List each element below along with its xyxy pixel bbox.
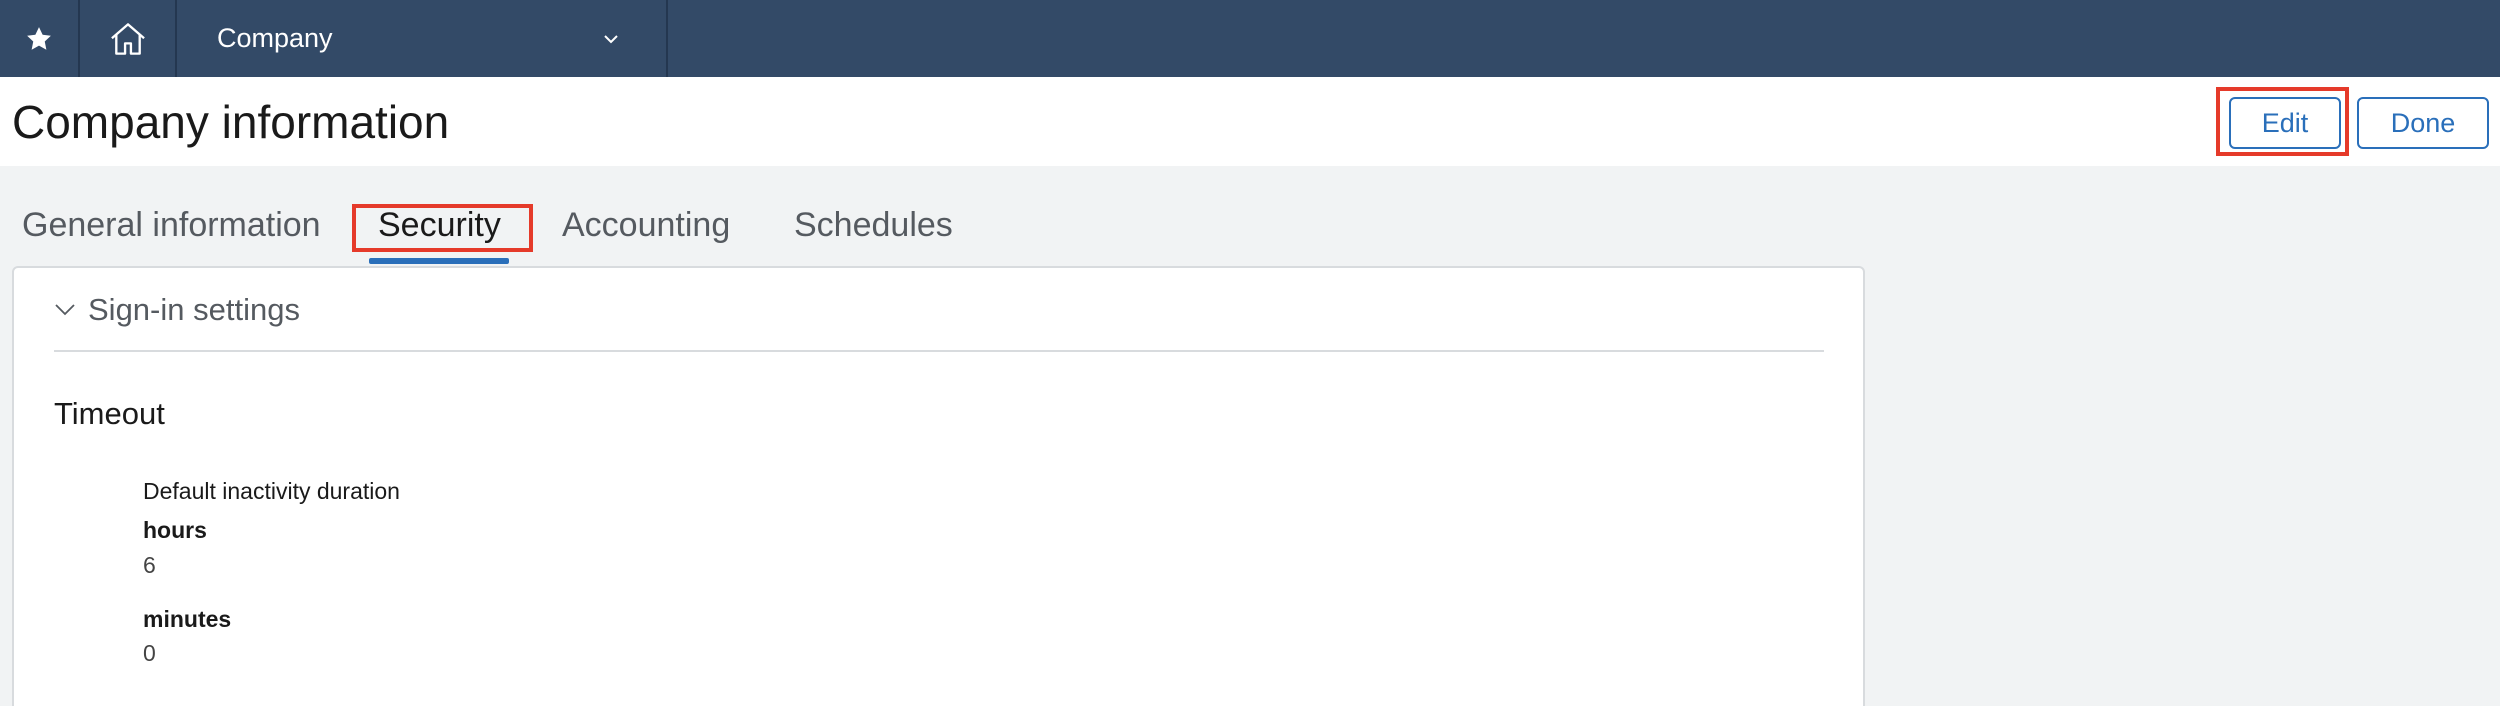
section-divider: [54, 350, 1824, 352]
tab-security[interactable]: Security: [378, 206, 501, 245]
hours-value: 6: [143, 552, 156, 578]
minutes-value: 0: [143, 640, 156, 666]
tab-schedules[interactable]: Schedules: [794, 206, 953, 245]
minutes-label: minutes: [143, 606, 232, 632]
tab-accounting[interactable]: Accounting: [562, 206, 730, 245]
home-icon: [109, 21, 147, 57]
tab-bar: General information Security Accounting …: [0, 196, 1200, 268]
top-nav-bar: Company: [0, 0, 2500, 77]
section-title: Sign-in settings: [88, 292, 300, 327]
security-panel: Sign-in settings Timeout Default inactiv…: [12, 266, 1865, 706]
sign-in-settings-toggle[interactable]: Sign-in settings: [54, 292, 300, 328]
active-tab-indicator: [369, 258, 509, 264]
edit-button[interactable]: Edit: [2229, 97, 2341, 149]
tab-general-information[interactable]: General information: [22, 206, 321, 245]
page-header: Company information Edit Done: [0, 77, 2500, 166]
module-selector[interactable]: Company: [177, 0, 668, 77]
chevron-down-icon: [54, 303, 76, 317]
inactivity-duration-label: Default inactivity duration: [143, 478, 400, 504]
star-icon: [24, 24, 54, 54]
module-label: Company: [217, 23, 333, 53]
done-button[interactable]: Done: [2357, 97, 2489, 149]
chevron-down-icon: [602, 33, 620, 45]
page-title: Company information: [12, 96, 450, 148]
home-button[interactable]: [80, 0, 177, 77]
hours-label: hours: [143, 517, 207, 543]
favorites-button[interactable]: [0, 0, 80, 77]
timeout-heading: Timeout: [54, 396, 165, 431]
